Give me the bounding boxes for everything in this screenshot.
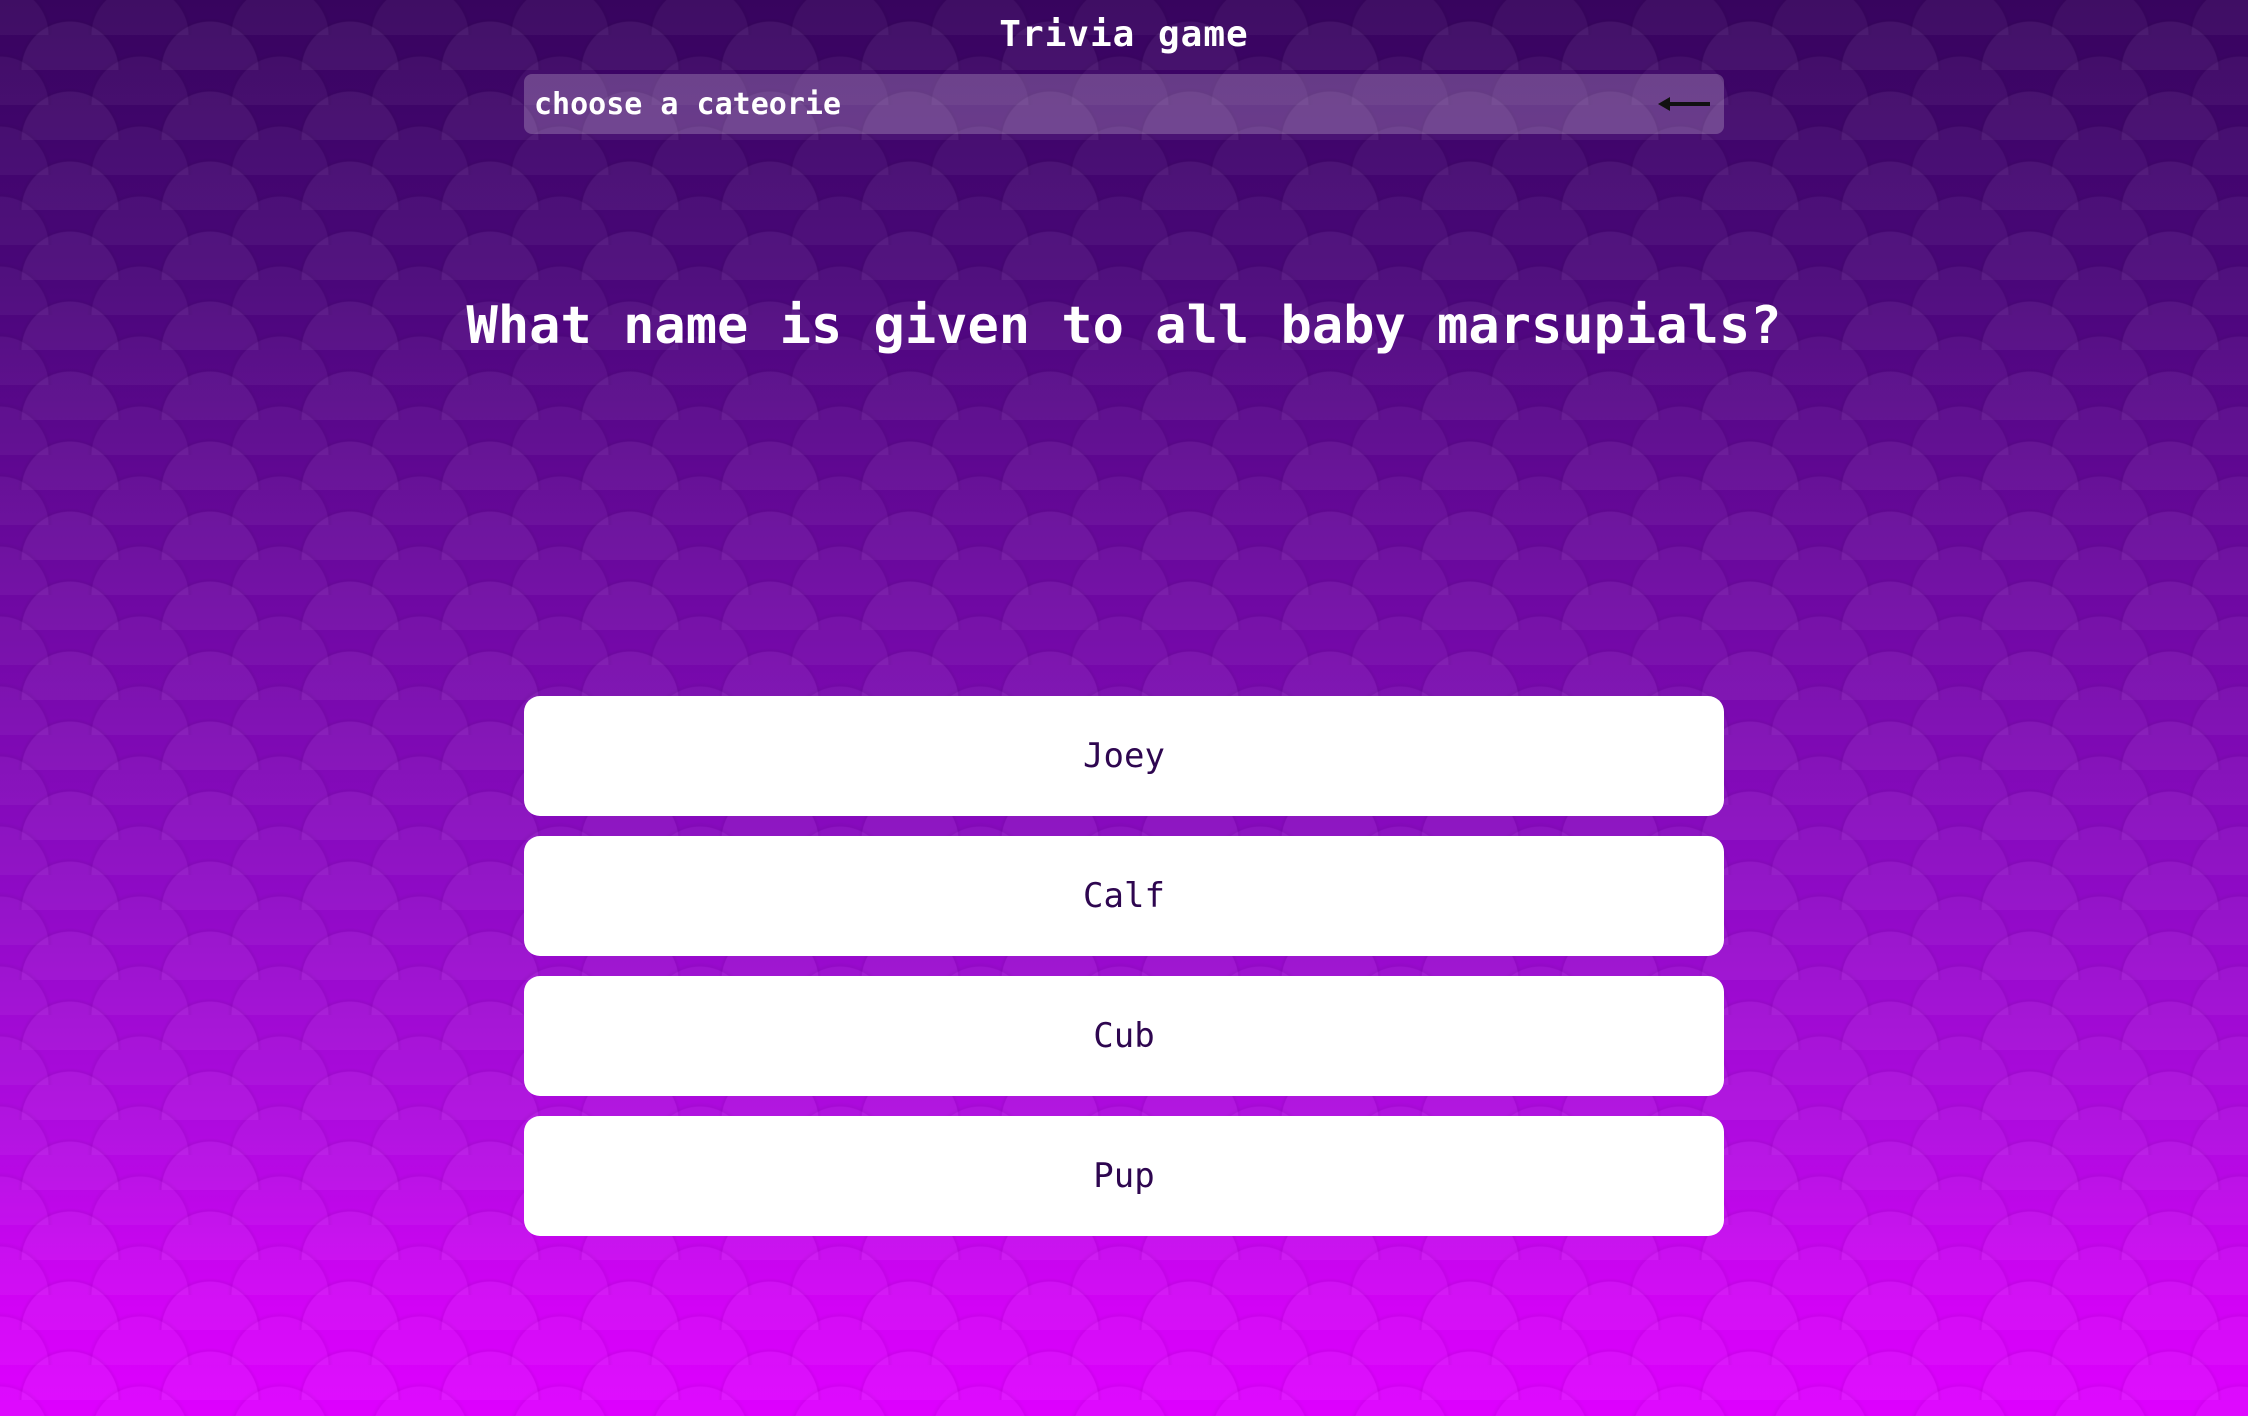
answer-button-calf[interactable]: Calf <box>524 836 1724 956</box>
category-select-label: choose a cateorie <box>534 86 842 122</box>
answer-button-cub[interactable]: Cub <box>524 976 1724 1096</box>
question-text: What name is given to all baby marsupial… <box>466 296 1782 356</box>
answer-button-pup[interactable]: Pup <box>524 1116 1724 1236</box>
answer-button-joey[interactable]: Joey <box>524 696 1724 816</box>
category-select[interactable]: choose a cateorie <box>524 74 1724 134</box>
back-arrow-icon <box>1656 94 1712 114</box>
answer-list: Joey Calf Cub Pup <box>524 696 1724 1256</box>
app-title: Trivia game <box>999 14 1249 55</box>
